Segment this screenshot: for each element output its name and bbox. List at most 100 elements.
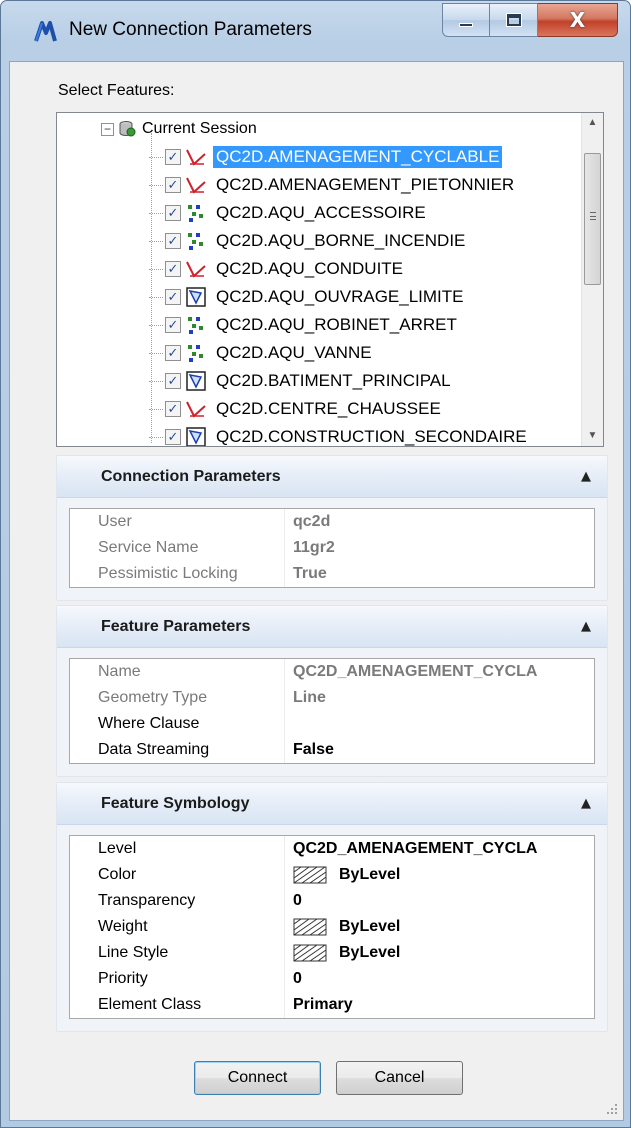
minimize-button[interactable] xyxy=(442,3,490,37)
property-value[interactable]: QC2D_AMENAGEMENT_CYCLA xyxy=(285,836,594,862)
tree-item-label: QC2D.AQU_OUVRAGE_LIMITE xyxy=(216,287,464,306)
cancel-button[interactable]: Cancel xyxy=(336,1061,463,1095)
tree-item[interactable]: ✓ QC2D.AQU_BORNE_INCENDIE xyxy=(149,227,468,255)
connect-button[interactable]: Connect xyxy=(194,1061,321,1095)
feature-checkbox[interactable]: ✓ xyxy=(165,261,181,277)
property-row-level[interactable]: Level QC2D_AMENAGEMENT_CYCLA xyxy=(70,836,594,862)
tree-item[interactable]: ✓ QC2D.AQU_ROBINET_ARRET xyxy=(149,311,460,339)
property-key: Element Class xyxy=(70,992,285,1018)
thumb-grip-icon xyxy=(590,212,596,220)
property-row-name[interactable]: Name QC2D_AMENAGEMENT_CYCLA xyxy=(70,659,594,685)
maximize-icon xyxy=(505,13,522,27)
feature-checkbox[interactable]: ✓ xyxy=(165,345,181,361)
session-database-icon xyxy=(119,121,136,137)
title-bar[interactable]: New Connection Parameters X xyxy=(1,1,631,61)
connection-parameters-panel: Connection Parameters ▲ User qc2d Servic… xyxy=(56,455,608,601)
tree-item-label: QC2D.AQU_BORNE_INCENDIE xyxy=(216,231,466,250)
property-row-line-style[interactable]: Line Style ByLevel xyxy=(70,940,594,966)
collapse-chevron-icon[interactable]: ▲ xyxy=(581,469,591,484)
maximize-button[interactable] xyxy=(490,3,538,37)
tree-item[interactable]: ✓ QC2D.AQU_CONDUITE xyxy=(149,255,406,283)
property-value[interactable]: False xyxy=(285,737,594,763)
feature-checkbox[interactable]: ✓ xyxy=(165,373,181,389)
feature-symbology-header[interactable]: Feature Symbology ▲ xyxy=(57,783,607,825)
scroll-down-arrow-icon[interactable]: ▼ xyxy=(582,426,603,446)
property-row-where-clause[interactable]: Where Clause xyxy=(70,711,594,737)
property-key: Level xyxy=(70,836,285,862)
resize-grip-icon[interactable] xyxy=(605,1102,619,1116)
property-value[interactable]: Primary xyxy=(285,992,594,1018)
feature-parameters-header[interactable]: Feature Parameters ▲ xyxy=(57,606,607,648)
tree-item-label: QC2D.AQU_CONDUITE xyxy=(216,259,404,278)
scrollbar-thumb[interactable] xyxy=(584,153,601,285)
window-frame: New Connection Parameters X Select Featu… xyxy=(0,0,631,1128)
feature-checkbox[interactable]: ✓ xyxy=(165,317,181,333)
property-value-with-icon[interactable]: ByLevel xyxy=(285,940,594,966)
section-body: User qc2d Service Name 11gr2 Pessimistic… xyxy=(57,498,607,600)
tree-item[interactable]: ✓ QC2D.AMENAGEMENT_CYCLABLE xyxy=(149,143,503,171)
select-features-label: Select Features: xyxy=(58,82,175,99)
window-title: New Connection Parameters xyxy=(69,19,312,40)
collapse-chevron-icon[interactable]: ▲ xyxy=(581,796,591,811)
scroll-up-arrow-icon[interactable]: ▲ xyxy=(582,113,603,133)
tree-item[interactable]: ✓ QC2D.BATIMENT_PRINCIPAL xyxy=(149,367,454,395)
feature-parameters-panel: Feature Parameters ▲ Name QC2D_AMENAGEME… xyxy=(56,605,608,777)
property-value[interactable]: 0 xyxy=(285,888,594,914)
connection-parameters-grid: User qc2d Service Name 11gr2 Pessimistic… xyxy=(69,508,595,588)
property-value[interactable]: 0 xyxy=(285,966,594,992)
property-row-service-name[interactable]: Service Name 11gr2 xyxy=(70,535,594,561)
property-row-color[interactable]: Color ByLevel xyxy=(70,862,594,888)
tree-connector xyxy=(149,184,163,186)
feature-symbology-panel: Feature Symbology ▲ Level QC2D_AMENAGEME… xyxy=(56,782,608,1032)
property-key: Pessimistic Locking xyxy=(70,561,285,587)
property-row-priority[interactable]: Priority 0 xyxy=(70,966,594,992)
feature-checkbox[interactable]: ✓ xyxy=(165,289,181,305)
feature-checkbox[interactable]: ✓ xyxy=(165,429,181,445)
property-row-pessimistic-locking[interactable]: Pessimistic Locking True xyxy=(70,561,594,587)
feature-checkbox[interactable]: ✓ xyxy=(165,149,181,165)
collapse-chevron-icon[interactable]: ▲ xyxy=(581,619,591,634)
tree-item[interactable]: ✓ QC2D.CENTRE_CHAUSSEE xyxy=(149,395,444,423)
section-title: Connection Parameters xyxy=(101,467,281,485)
property-value-with-icon[interactable]: ByLevel xyxy=(285,914,594,940)
section-title: Feature Parameters xyxy=(101,617,251,635)
close-button[interactable]: X xyxy=(538,3,618,37)
feature-checkbox[interactable]: ✓ xyxy=(165,233,181,249)
property-key: Where Clause xyxy=(70,711,285,737)
property-row-weight[interactable]: Weight ByLevel xyxy=(70,914,594,940)
section-body: Level QC2D_AMENAGEMENT_CYCLA Color ByLev… xyxy=(57,825,607,1031)
tree-item[interactable]: ✓ QC2D.AQU_OUVRAGE_LIMITE xyxy=(149,283,467,311)
tree-item[interactable]: ✓ QC2D.AQU_ACCESSOIRE xyxy=(149,199,429,227)
tree-root-label: Current Session xyxy=(142,120,257,137)
point-feature-icon xyxy=(185,342,207,364)
property-key: Priority xyxy=(70,966,285,992)
tree-vertical-scrollbar[interactable]: ▲ ▼ xyxy=(581,113,603,446)
tree-item[interactable]: ✓ QC2D.CONSTRUCTION_SECONDAIRE xyxy=(149,423,530,446)
feature-parameters-grid: Name QC2D_AMENAGEMENT_CYCLA Geometry Typ… xyxy=(69,658,595,764)
property-row-element-class[interactable]: Element Class Primary xyxy=(70,992,594,1018)
collapse-toggle-icon[interactable]: − xyxy=(101,122,114,136)
property-row-geometry-type[interactable]: Geometry Type Line xyxy=(70,685,594,711)
section-title: Feature Symbology xyxy=(101,794,250,812)
property-row-user[interactable]: User qc2d xyxy=(70,509,594,535)
tree-item[interactable]: ✓ QC2D.AMENAGEMENT_PIETONNIER xyxy=(149,171,517,199)
feature-checkbox[interactable]: ✓ xyxy=(165,205,181,221)
property-key: Transparency xyxy=(70,888,285,914)
feature-tree[interactable]: − Current Session ✓ QC2D.AMENAGEMENT_CYCL… xyxy=(56,112,604,447)
polygon-feature-icon xyxy=(185,426,207,446)
feature-checkbox[interactable]: ✓ xyxy=(165,401,181,417)
property-value-with-icon[interactable]: ByLevel xyxy=(285,862,594,888)
property-key: Name xyxy=(70,659,285,685)
property-row-data-streaming[interactable]: Data Streaming False xyxy=(70,737,594,763)
tree-connector xyxy=(149,240,163,242)
feature-checkbox[interactable]: ✓ xyxy=(165,177,181,193)
property-key: User xyxy=(70,509,285,535)
tree-root-current-session[interactable]: − Current Session xyxy=(101,115,257,143)
minimize-icon xyxy=(459,23,473,27)
property-value: ByLevel xyxy=(339,866,401,883)
tree-item-label: QC2D.AQU_ROBINET_ARRET xyxy=(216,315,457,334)
where-clause-input[interactable] xyxy=(285,711,594,737)
tree-item[interactable]: ✓ QC2D.AQU_VANNE xyxy=(149,339,375,367)
property-row-transparency[interactable]: Transparency 0 xyxy=(70,888,594,914)
connection-parameters-header[interactable]: Connection Parameters ▲ xyxy=(57,456,607,498)
